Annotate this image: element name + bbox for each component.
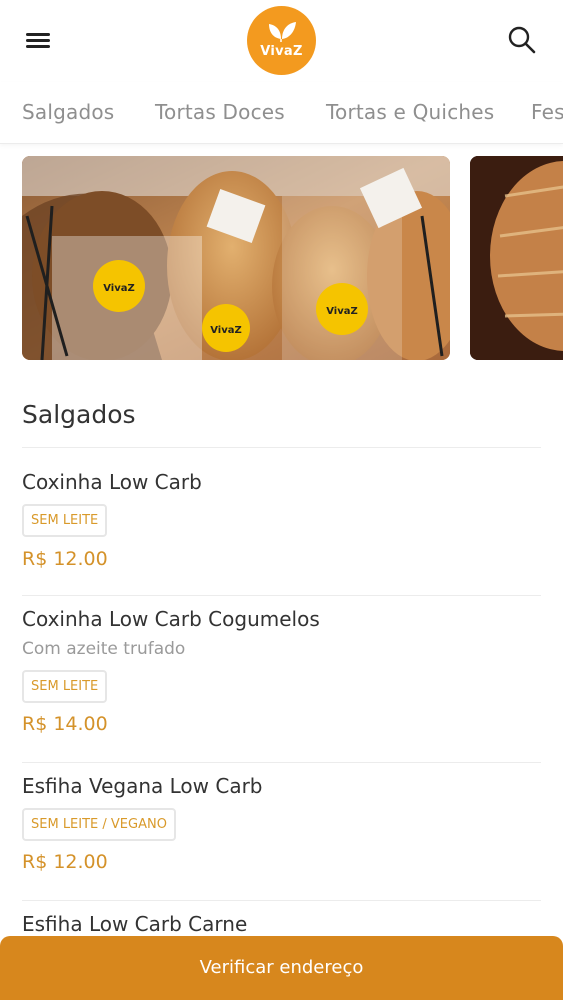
product-item[interactable]: Coxinha Low Carb SEM LEITE R$ 12.00	[22, 470, 541, 595]
banner-image-breads[interactable]: VivaZ VivaZ VivaZ	[22, 156, 450, 360]
product-name: Esfiha Low Carb Carne	[22, 912, 248, 936]
category-tabs: Salgados Tortas Doces Tortas e Quiches F…	[0, 82, 563, 144]
sticker-text: VivaZ	[103, 283, 135, 294]
product-name: Coxinha Low Carb	[22, 470, 202, 494]
verify-address-button[interactable]: Verificar endereço	[0, 936, 563, 1000]
product-price: R$ 14.00	[22, 713, 108, 735]
search-icon[interactable]	[506, 24, 538, 56]
product-item[interactable]: Esfiha Vegana Low Carb SEM LEITE / VEGAN…	[22, 774, 541, 899]
sticker-text: VivaZ	[326, 306, 358, 317]
divider	[22, 900, 541, 901]
vivaz-logo[interactable]: VivaZ	[247, 6, 316, 75]
banner-image-bread-loaf[interactable]	[470, 156, 563, 360]
tab-tortas-e-quiches[interactable]: Tortas e Quiches	[326, 100, 494, 124]
product-description: Com azeite trufado	[22, 639, 186, 659]
sticker-text: VivaZ	[210, 325, 242, 336]
product-name: Esfiha Vegana Low Carb	[22, 774, 263, 798]
divider	[22, 762, 541, 763]
dietary-tag: SEM LEITE / VEGANO	[22, 808, 176, 841]
leaf-icon	[269, 22, 296, 42]
logo-text: VivaZ	[260, 44, 303, 59]
dietary-tag: SEM LEITE	[22, 670, 108, 703]
banner-carousel[interactable]: VivaZ VivaZ VivaZ	[0, 156, 563, 361]
divider	[22, 447, 541, 448]
product-price: R$ 12.00	[22, 548, 108, 570]
product-item[interactable]: Coxinha Low Carb Cogumelos Com azeite tr…	[22, 607, 541, 762]
dietary-tag: SEM LEITE	[22, 504, 108, 537]
tab-salgados[interactable]: Salgados	[22, 100, 114, 124]
tab-tortas-doces[interactable]: Tortas Doces	[155, 100, 285, 124]
hamburger-menu-icon[interactable]	[24, 26, 54, 54]
app-header: VivaZ	[0, 0, 563, 82]
tab-festas[interactable]: Festas	[531, 100, 563, 124]
product-price: R$ 12.00	[22, 851, 108, 873]
product-name: Coxinha Low Carb Cogumelos	[22, 607, 320, 631]
section-title: Salgados	[22, 400, 136, 429]
divider	[22, 595, 541, 596]
